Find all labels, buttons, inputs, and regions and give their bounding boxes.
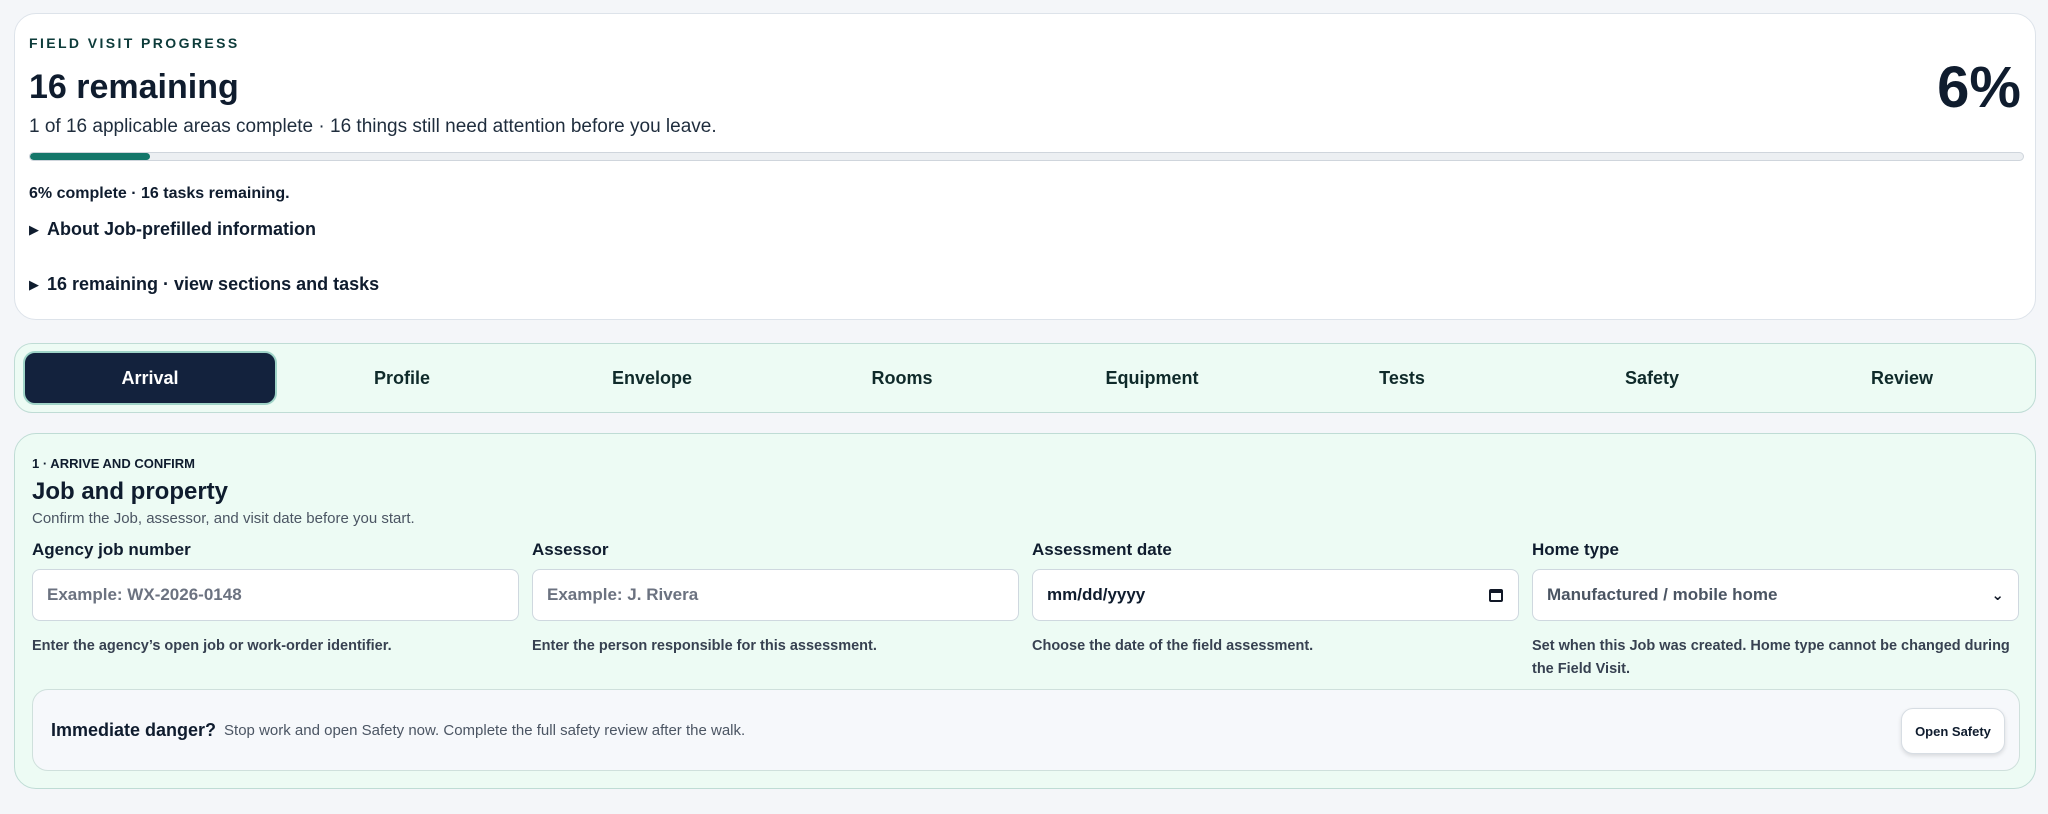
tab-rooms[interactable]: Rooms [777, 351, 1027, 405]
progress-card: FIELD VISIT PROGRESS 16 remaining 6% 1 o… [14, 13, 2036, 320]
assessment-date-label: Assessment date [1032, 540, 1172, 559]
page: FIELD VISIT PROGRESS 16 remaining 6% 1 o… [0, 0, 2048, 814]
open-safety-button[interactable]: Open Safety [1901, 708, 2005, 754]
disclosure-remaining-tasks[interactable]: ▶ 16 remaining · view sections and tasks [29, 274, 379, 295]
danger-message: Stop work and open Safety now. Complete … [224, 721, 746, 739]
disclosure-triangle-icon: ▶ [29, 221, 39, 237]
home-type-field: Home type Manufactured / mobile home ⌄ S… [1532, 540, 2019, 681]
progress-bar-fill [30, 153, 150, 160]
disclosure-job-prefilled[interactable]: ▶ About Job-prefilled information [29, 219, 316, 240]
home-type-select[interactable]: Manufactured / mobile home ⌄ [1532, 569, 2019, 621]
tab-tests[interactable]: Tests [1277, 351, 1527, 405]
calendar-icon[interactable] [1488, 587, 1504, 603]
home-type-help: Set when this Job was created. Home type… [1532, 638, 2010, 677]
job-number-help: Enter the agency’s open job or work-orde… [32, 638, 392, 654]
progress-percent: 6% [1937, 55, 2021, 120]
disclosure-label: 16 remaining · view sections and tasks [47, 274, 380, 294]
tab-safety[interactable]: Safety [1527, 351, 1777, 405]
job-number-label: Agency job number [32, 540, 191, 559]
job-number-input[interactable] [32, 569, 519, 621]
assessor-help: Enter the person responsible for this as… [532, 638, 877, 654]
section-tabs: Arrival Profile Envelope Rooms Equipment… [14, 343, 2036, 413]
home-type-value: Manufactured / mobile home [1547, 585, 1778, 604]
home-type-label: Home type [1532, 540, 1619, 559]
tab-envelope[interactable]: Envelope [527, 351, 777, 405]
section-title: Job and property [32, 478, 229, 505]
disclosure-triangle-icon: ▶ [29, 276, 39, 292]
assessor-input[interactable] [532, 569, 1019, 621]
tab-arrival[interactable]: Arrival [23, 351, 277, 405]
job-number-field: Agency job number Enter the agency’s ope… [32, 540, 519, 658]
progress-summary: 1 of 16 applicable areas complete · 16 t… [29, 116, 717, 137]
chevron-down-icon: ⌄ [1991, 587, 2004, 604]
disclosure-label: About Job-prefilled information [47, 219, 316, 239]
tab-equipment[interactable]: Equipment [1027, 351, 1277, 405]
progress-bar [29, 152, 2024, 161]
assessor-field: Assessor Enter the person responsible fo… [532, 540, 1019, 658]
immediate-danger-banner: Immediate danger? Stop work and open Saf… [32, 689, 2020, 771]
tab-profile[interactable]: Profile [277, 351, 527, 405]
progress-eyebrow: FIELD VISIT PROGRESS [29, 35, 240, 51]
section-eyebrow: 1 · ARRIVE AND CONFIRM [32, 456, 195, 471]
assessor-label: Assessor [532, 540, 609, 559]
assessment-date-field: Assessment date mm/dd/yyyy Choose the da… [1032, 540, 1519, 658]
tab-review[interactable]: Review [1777, 351, 2027, 405]
progress-caption: 6% complete · 16 tasks remaining. [29, 185, 290, 202]
assessment-date-input[interactable]: mm/dd/yyyy [1032, 569, 1519, 621]
arrival-section: 1 · ARRIVE AND CONFIRM Job and property … [14, 433, 2036, 789]
assessment-date-help: Choose the date of the field assessment. [1032, 638, 1314, 654]
section-description: Confirm the Job, assessor, and visit dat… [32, 510, 415, 527]
remaining-title: 16 remaining [29, 68, 239, 106]
danger-lead: Immediate danger? [51, 719, 217, 740]
date-value: mm/dd/yyyy [1047, 585, 1146, 604]
